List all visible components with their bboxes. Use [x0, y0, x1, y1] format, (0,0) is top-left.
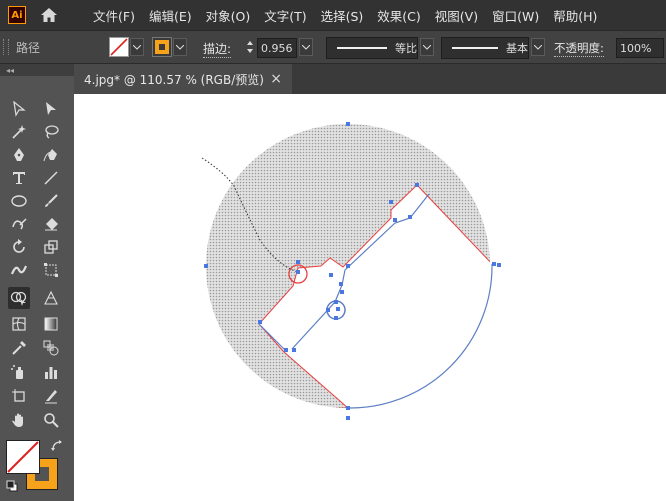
profile-preview-line	[337, 47, 387, 49]
menu-object[interactable]: 对象(O)	[206, 6, 251, 25]
blend-tool-icon[interactable]	[40, 337, 62, 359]
document-tab[interactable]: 4.jpg* @ 110.57 % (RGB/预览) ×	[74, 64, 292, 94]
stroke-none-swatch[interactable]	[109, 37, 129, 57]
stroke-swatch-dropdown[interactable]	[130, 38, 144, 56]
menu-select[interactable]: 选择(S)	[321, 6, 364, 25]
stepper-arrows-icon	[247, 41, 253, 53]
eyedropper-tool-icon[interactable]	[8, 337, 30, 359]
mesh-tool-icon[interactable]	[8, 313, 30, 335]
menu-edit[interactable]: 编辑(E)	[149, 6, 192, 25]
opacity-label: 不透明度:	[554, 41, 604, 57]
control-bar-grip[interactable]	[3, 39, 9, 55]
brush-label: 基本	[506, 42, 528, 55]
stroke-color-swatch[interactable]	[6, 440, 40, 474]
slice-tool-icon[interactable]	[40, 385, 62, 407]
ellipse-tool-icon[interactable]	[8, 190, 30, 212]
chevron-down-icon	[133, 44, 141, 50]
eraser-tool-icon[interactable]	[40, 213, 62, 235]
menu-bar: Ai 文件(F) 编辑(E) 对象(O) 文字(T) 选择(S) 效果(C) 视…	[0, 0, 666, 30]
rotate-tool-icon[interactable]	[8, 236, 30, 258]
direct-selection-tool-icon[interactable]	[40, 98, 62, 120]
close-icon[interactable]: ×	[270, 71, 282, 87]
stroke-weight-stepper[interactable]	[243, 38, 257, 56]
stroke-weight-input[interactable]: 0.956	[257, 38, 297, 58]
curvature-tool-icon[interactable]	[40, 144, 62, 166]
fill-stroke-widget	[6, 436, 66, 492]
chevron-down-icon	[302, 44, 310, 50]
fill-swatch[interactable]	[152, 37, 172, 57]
zoom-tool-icon[interactable]	[40, 409, 62, 431]
selection-tool-icon[interactable]	[8, 98, 30, 120]
app-logo: Ai	[8, 6, 26, 24]
chevron-down-icon	[423, 44, 431, 50]
tools-panel: ◂◂	[0, 64, 74, 501]
toolbar-collapse[interactable]: ◂◂	[0, 64, 74, 76]
fill-color-icon	[155, 40, 169, 54]
variable-width-profile[interactable]: 等比	[326, 37, 418, 59]
swap-fill-stroke-icon[interactable]	[51, 440, 63, 452]
line-segment-tool-icon[interactable]	[40, 167, 62, 189]
magic-wand-tool-icon[interactable]	[8, 121, 30, 143]
menu-type[interactable]: 文字(T)	[264, 6, 306, 25]
artboard-tool-icon[interactable]	[8, 385, 30, 407]
free-transform-tool-icon[interactable]	[40, 259, 62, 281]
type-tool-icon[interactable]	[8, 167, 30, 189]
home-icon[interactable]	[39, 5, 59, 25]
circle-lower-right-arc	[347, 263, 493, 409]
pen-tool-icon[interactable]	[8, 144, 30, 166]
artwork	[134, 114, 514, 420]
shaper-tool-icon[interactable]	[8, 213, 30, 235]
paintbrush-tool-icon[interactable]	[40, 190, 62, 212]
brush-dropdown[interactable]	[531, 38, 545, 56]
none-slash-icon	[110, 38, 128, 56]
brush-definition[interactable]: 基本	[441, 37, 529, 59]
chevron-down-icon	[176, 44, 184, 50]
control-bar: 路径 描边: 0.956 等比 基本 不透明度: 100%	[0, 30, 666, 64]
shape-builder-tool-icon[interactable]	[8, 287, 30, 309]
width-tool-icon[interactable]	[8, 259, 30, 281]
fill-swatch-dropdown[interactable]	[173, 38, 187, 56]
symbol-sprayer-tool-icon[interactable]	[8, 361, 30, 383]
profile-dropdown[interactable]	[420, 38, 434, 56]
document-tab-title: 4.jpg* @ 110.57 % (RGB/预览)	[84, 72, 264, 87]
menu-file[interactable]: 文件(F)	[93, 6, 135, 25]
menu-view[interactable]: 视图(V)	[435, 6, 478, 25]
hand-tool-icon[interactable]	[8, 409, 30, 431]
perspective-grid-tool-icon[interactable]	[40, 287, 62, 309]
menu-effect[interactable]: 效果(C)	[377, 6, 420, 25]
menu-help[interactable]: 帮助(H)	[553, 6, 597, 25]
scale-tool-icon[interactable]	[40, 236, 62, 258]
column-graph-tool-icon[interactable]	[40, 361, 62, 383]
profile-label: 等比	[395, 42, 417, 55]
selected-shape-region[interactable]	[134, 114, 514, 408]
document-tab-strip: 4.jpg* @ 110.57 % (RGB/预览) ×	[74, 64, 666, 94]
menu-list: 文件(F) 编辑(E) 对象(O) 文字(T) 选择(S) 效果(C) 视图(V…	[93, 6, 611, 25]
artboard-canvas[interactable]	[74, 94, 666, 501]
brush-preview-line	[452, 47, 498, 49]
lasso-tool-icon[interactable]	[40, 121, 62, 143]
chevron-down-icon	[534, 44, 542, 50]
none-slash-icon	[7, 441, 39, 473]
stroke-weight-dropdown[interactable]	[299, 38, 313, 56]
opacity-input[interactable]: 100%	[616, 38, 664, 58]
stroke-weight-label: 描边:	[203, 42, 232, 58]
menu-window[interactable]: 窗口(W)	[492, 6, 539, 25]
selection-type-label: 路径	[16, 41, 41, 55]
gradient-tool-icon[interactable]	[40, 313, 62, 335]
default-fill-stroke-icon[interactable]	[6, 480, 18, 492]
